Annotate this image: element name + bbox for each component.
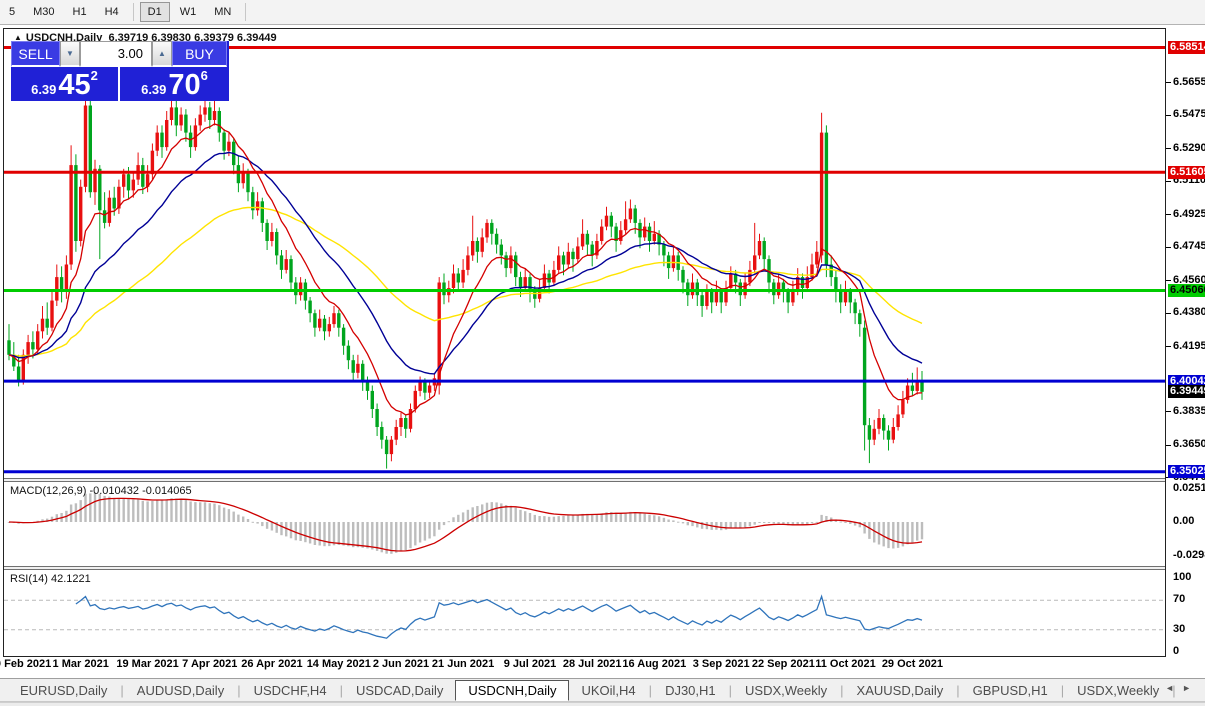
tab-separator: | (237, 683, 240, 698)
tab-separator: | (840, 683, 843, 698)
rsi-axis-label: 70 (1173, 593, 1185, 605)
current-price-label: 6.39449 (1168, 385, 1205, 398)
chart-tab-usdx-weekly[interactable]: USDX,Weekly (733, 681, 839, 700)
buy-price-digits: 70 (168, 70, 200, 100)
chart-tab-ukoil-h4[interactable]: UKOil,H4 (569, 681, 647, 700)
timeframe-button-5[interactable]: 5 (1, 2, 23, 22)
chart-tab-gbpusd-h1[interactable]: GBPUSD,H1 (961, 681, 1060, 700)
axis-tick (1166, 247, 1171, 248)
axis-tick (1166, 181, 1171, 182)
rsi-chart (4, 570, 1165, 654)
price-tick-label: 6.38350 (1173, 405, 1205, 417)
tab-scroll-arrows: ◄► (1165, 683, 1199, 693)
timeframe-button-h4[interactable]: H4 (97, 2, 127, 22)
chart-tab-usdcnh-daily[interactable]: USDCNH,Daily (455, 680, 569, 701)
price-level-label: 6.35025 (1168, 465, 1205, 478)
rsi-label: RSI(14) 42.1221 (10, 573, 91, 585)
candlestick-series (7, 98, 923, 468)
price-tick-label: 6.49250 (1173, 208, 1205, 220)
axis-tick (1166, 115, 1171, 116)
macd-pane[interactable]: MACD(12,26,9) -0.010432 -0.014065 (4, 482, 1165, 566)
chart-tab-eurusd-daily[interactable]: EURUSD,Daily (8, 681, 119, 700)
price-tick-label: 6.36500 (1173, 438, 1205, 450)
tab-separator: | (340, 683, 343, 698)
chart-tab-usdcad-daily[interactable]: USDCAD,Daily (344, 681, 455, 700)
timeframe-button-m30[interactable]: M30 (25, 2, 62, 22)
axis-tick (1166, 148, 1171, 149)
chart-tab-audusd-daily[interactable]: AUDUSD,Daily (125, 681, 236, 700)
macd-signal-line (9, 498, 922, 551)
status-bar (0, 702, 1205, 706)
tab-scroll-right-icon[interactable]: ► (1182, 683, 1199, 693)
volume-input[interactable]: 3.00 (80, 41, 152, 67)
axis-tick (1166, 411, 1171, 412)
spin-down-icon: ▼ (66, 49, 74, 58)
price-level-label: 6.45060 (1168, 284, 1205, 297)
rsi-pane[interactable]: RSI(14) 42.1221 (4, 570, 1165, 654)
macd-axis-label: -0.02988 (1173, 549, 1205, 561)
ma-fast-line (9, 124, 922, 415)
rsi-axis-label: 0 (1173, 645, 1179, 657)
sell-price-prefix: 6.39 (31, 82, 56, 97)
chart-tab-bar: EURUSD,Daily|AUDUSD,Daily|USDCHF,H4|USDC… (0, 678, 1205, 702)
buy-price-pipette: 6 (201, 68, 208, 83)
macd-label: MACD(12,26,9) -0.010432 -0.014065 (10, 485, 192, 497)
time-axis[interactable]: 10 Feb 20211 Mar 202119 Mar 20217 Apr 20… (3, 657, 1166, 675)
volume-increase-button[interactable]: ▲ (152, 41, 172, 67)
sell-price-pipette: 2 (91, 68, 98, 83)
chart-tab-usdx-weekly[interactable]: USDX,Weekly (1065, 681, 1171, 700)
chart-window: ▲USDCNH,Daily 6.39719 6.39830 6.39379 6.… (3, 28, 1166, 657)
timeframe-button-d1[interactable]: D1 (140, 2, 170, 22)
sell-price-digits: 45 (58, 70, 90, 100)
rsi-line (76, 596, 922, 638)
price-chart-pane[interactable]: ▲USDCNH,Daily 6.39719 6.39830 6.39379 6.… (4, 29, 1165, 478)
price-tick-label: 6.47450 (1173, 240, 1205, 252)
one-click-trade-panel: SELL ▼ 3.00 ▲ BUY 6.39 45 2 6.39 70 6 (11, 41, 229, 101)
toolbar-separator (245, 3, 246, 21)
price-level-label: 6.51605 (1168, 166, 1205, 179)
price-tick-label: 6.54750 (1173, 108, 1205, 120)
spin-up-icon: ▲ (158, 49, 166, 58)
buy-price-display[interactable]: 6.39 70 6 (120, 67, 229, 101)
date-tick-label: 29 Oct 2021 (867, 658, 957, 670)
axis-tick (1166, 214, 1171, 215)
chart-tab-dj30-h1[interactable]: DJ30,H1 (653, 681, 728, 700)
price-tick-label: 6.43800 (1173, 306, 1205, 318)
macd-axis-label: 0.025108 (1173, 482, 1205, 494)
timeframe-toolbar: 5M30H1H4 D1W1MN (0, 0, 1205, 25)
axis-tick (1166, 346, 1171, 347)
sell-price-display[interactable]: 6.39 45 2 (11, 67, 118, 101)
horizontal-level-lines[interactable] (4, 48, 1165, 472)
chart-tab-xauusd-daily[interactable]: XAUUSD,Daily (845, 681, 956, 700)
price-tick-label: 6.52900 (1173, 142, 1205, 154)
axis-tick (1166, 280, 1171, 281)
axis-tick (1166, 82, 1171, 83)
tab-separator: | (649, 683, 652, 698)
macd-axis-label: 0.00 (1173, 515, 1194, 527)
rsi-axis-label: 100 (1173, 571, 1191, 583)
price-tick-label: 6.41950 (1173, 340, 1205, 352)
price-level-label: 6.58514 (1168, 41, 1205, 54)
toolbar-separator (133, 3, 134, 21)
buy-button[interactable]: BUY (172, 41, 227, 67)
volume-decrease-button[interactable]: ▼ (60, 41, 80, 67)
timeframe-button-w1[interactable]: W1 (172, 2, 205, 22)
price-tick-label: 6.56550 (1173, 76, 1205, 88)
axis-tick (1166, 445, 1171, 446)
tab-separator: | (729, 683, 732, 698)
price-axis[interactable]: 6.565506.547506.529006.511006.492506.474… (1166, 28, 1205, 657)
timeframe-button-mn[interactable]: MN (206, 2, 239, 22)
buy-price-prefix: 6.39 (141, 82, 166, 97)
tab-separator: | (120, 683, 123, 698)
tab-separator: | (1061, 683, 1064, 698)
chart-tab-usdchf-h4[interactable]: USDCHF,H4 (242, 681, 339, 700)
tab-separator: | (956, 683, 959, 698)
axis-tick (1166, 313, 1171, 314)
tab-scroll-left-icon[interactable]: ◄ (1165, 683, 1182, 693)
timeframe-button-h1[interactable]: H1 (65, 2, 95, 22)
sell-button[interactable]: SELL (11, 41, 60, 67)
rsi-axis-label: 30 (1173, 623, 1185, 635)
